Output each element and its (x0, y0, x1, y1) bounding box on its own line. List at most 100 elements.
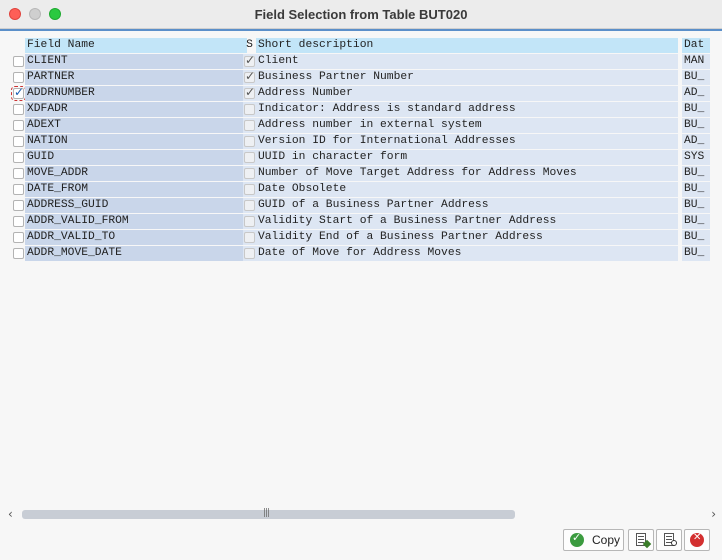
s-checkbox (244, 232, 255, 243)
field-name-cell[interactable]: ADDRESS_GUID (25, 198, 247, 213)
checkmark-icon (570, 531, 584, 547)
column-header-s[interactable]: S (243, 38, 256, 53)
row-checkbox[interactable] (11, 86, 25, 101)
dat-cell[interactable]: BU_ (682, 102, 710, 117)
row-checkbox[interactable] (13, 104, 24, 115)
table-header-row: Field Name S Short description Dat (10, 38, 710, 53)
dat-cell[interactable]: AD_ (682, 86, 710, 101)
cancel-icon (690, 532, 704, 547)
s-cell (243, 166, 256, 181)
short-description-cell[interactable]: Client (256, 54, 678, 69)
s-cell (243, 54, 256, 69)
field-name-cell[interactable]: ADDRNUMBER (25, 86, 247, 101)
scroll-right-arrow-icon[interactable]: › (711, 507, 716, 521)
dat-cell[interactable]: BU_ (682, 230, 710, 245)
field-name-cell[interactable]: CLIENT (25, 54, 247, 69)
field-name-cell[interactable]: ADEXT (25, 118, 247, 133)
window-title: Field Selection from Table BUT020 (254, 7, 468, 22)
row-checkbox[interactable] (13, 216, 24, 227)
table-row[interactable]: CLIENT Client MAN (10, 54, 710, 69)
row-checkbox[interactable] (13, 152, 24, 163)
short-description-cell[interactable]: Business Partner Number (256, 70, 678, 85)
field-name-cell[interactable]: DATE_FROM (25, 182, 247, 197)
field-name-cell[interactable]: ADDR_VALID_FROM (25, 214, 247, 229)
short-description-cell[interactable]: Indicator: Address is standard address (256, 102, 678, 117)
column-header-field-name[interactable]: Field Name (25, 38, 247, 53)
title-bar: Field Selection from Table BUT020 (0, 0, 722, 29)
short-description-cell[interactable]: Date of Move for Address Moves (256, 246, 678, 261)
dat-cell[interactable]: BU_ (682, 70, 710, 85)
dat-cell[interactable]: MAN (682, 54, 710, 69)
dat-cell[interactable]: AD_ (682, 134, 710, 149)
s-checkbox (244, 136, 255, 147)
title-accent-line (0, 29, 722, 31)
row-checkbox[interactable] (13, 168, 24, 179)
field-name-cell[interactable]: PARTNER (25, 70, 247, 85)
dat-cell[interactable]: SYS (682, 150, 710, 165)
row-checkbox[interactable] (13, 184, 24, 195)
short-description-cell[interactable]: UUID in character form (256, 150, 678, 165)
table-row[interactable]: ADDR_VALID_TO Validity End of a Business … (10, 230, 710, 245)
table-row[interactable]: ADEXT Address number in external system BU… (10, 118, 710, 133)
table-row[interactable]: GUID UUID in character form SYS (10, 150, 710, 165)
short-description-cell[interactable]: Version ID for International Addresses (256, 134, 678, 149)
s-cell (243, 102, 256, 117)
row-checkbox[interactable] (13, 232, 24, 243)
field-name-cell[interactable]: ADDR_MOVE_DATE (25, 246, 247, 261)
scroll-left-arrow-icon[interactable]: ‹ (8, 507, 13, 521)
row-checkbox[interactable] (13, 248, 24, 259)
field-name-cell[interactable]: GUID (25, 150, 247, 165)
s-checkbox (244, 86, 255, 100)
row-select-cell (10, 54, 25, 69)
dat-cell[interactable]: BU_ (682, 166, 710, 181)
short-description-cell[interactable]: Validity Start of a Business Partner Add… (256, 214, 678, 229)
s-checkbox (244, 152, 255, 163)
table-row[interactable]: PARTNER Business Partner Number BU_ (10, 70, 710, 85)
scrollbar-thumb[interactable]: ||| (22, 508, 515, 519)
dat-cell[interactable]: BU_ (682, 182, 710, 197)
row-checkbox[interactable] (13, 136, 24, 147)
field-name-cell[interactable]: ADDR_VALID_TO (25, 230, 247, 245)
table-row[interactable]: ADDRESS_GUID GUID of a Business Partner A… (10, 198, 710, 213)
table-row[interactable]: MOVE_ADDR Number of Move Target Address f… (10, 166, 710, 181)
dat-cell[interactable]: BU_ (682, 118, 710, 133)
s-cell (243, 118, 256, 133)
table-row[interactable]: XDFADR Indicator: Address is standard add… (10, 102, 710, 117)
table-row[interactable]: NATION Version ID for International Addre… (10, 134, 710, 149)
s-cell (243, 230, 256, 245)
row-select-cell (10, 166, 25, 181)
row-select-cell (10, 118, 25, 133)
search-document-button[interactable] (656, 529, 682, 551)
copy-button[interactable]: Copy (563, 529, 624, 551)
table-row[interactable]: ADDR_VALID_FROM Validity Start of a Busin… (10, 214, 710, 229)
row-checkbox[interactable] (13, 120, 24, 131)
short-description-cell[interactable]: Number of Move Target Address for Addres… (256, 166, 678, 181)
field-name-cell[interactable]: XDFADR (25, 102, 247, 117)
column-header-short-description[interactable]: Short description (256, 38, 678, 53)
short-description-cell[interactable]: Address number in external system (256, 118, 678, 133)
row-checkbox[interactable] (13, 200, 24, 211)
short-description-cell[interactable]: GUID of a Business Partner Address (256, 198, 678, 213)
short-description-cell[interactable]: Address Number (256, 86, 678, 101)
short-description-cell[interactable]: Validity End of a Business Partner Addre… (256, 230, 678, 245)
document-search-icon (664, 533, 677, 546)
row-checkbox[interactable] (13, 72, 24, 83)
field-name-cell[interactable]: NATION (25, 134, 247, 149)
column-header-dat[interactable]: Dat (682, 38, 710, 53)
cancel-button[interactable] (684, 529, 710, 551)
dat-cell[interactable]: BU_ (682, 214, 710, 229)
dat-cell[interactable]: BU_ (682, 246, 710, 261)
row-checkbox[interactable] (13, 56, 24, 67)
table-row[interactable]: ADDR_MOVE_DATE Date of Move for Address M… (10, 246, 710, 261)
edit-document-button[interactable] (628, 529, 654, 551)
horizontal-scrollbar[interactable]: ‹ ||| › (8, 507, 716, 521)
document-edit-icon (636, 533, 652, 549)
table-row[interactable]: DATE_FROM Date Obsolete BU_ (10, 182, 710, 197)
s-checkbox (244, 248, 255, 259)
s-checkbox (244, 168, 255, 179)
s-checkbox (244, 216, 255, 227)
table-row[interactable]: ADDRNUMBER Address Number AD_ (10, 86, 710, 101)
short-description-cell[interactable]: Date Obsolete (256, 182, 678, 197)
dat-cell[interactable]: BU_ (682, 198, 710, 213)
field-name-cell[interactable]: MOVE_ADDR (25, 166, 247, 181)
